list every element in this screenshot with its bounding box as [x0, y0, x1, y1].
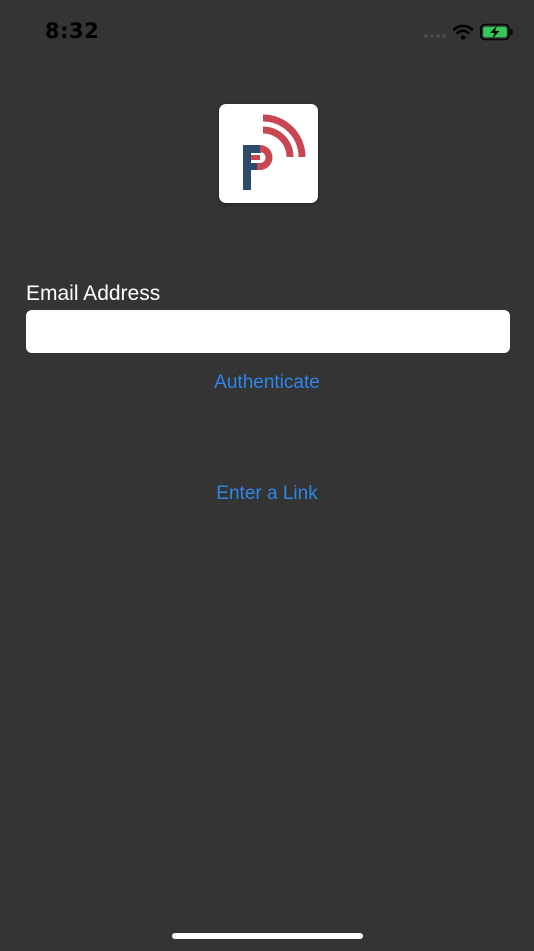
email-address-label: Email Address — [26, 282, 161, 305]
app-logo — [219, 104, 318, 203]
home-indicator[interactable] — [172, 933, 363, 939]
battery-charging-icon — [480, 23, 513, 41]
authenticate-button[interactable]: Authenticate — [0, 372, 534, 394]
wifi-icon — [453, 24, 473, 40]
email-address-input[interactable] — [26, 310, 510, 353]
cellular-signal-icon — [424, 34, 446, 38]
app-logo-icon — [243, 114, 306, 190]
status-bar: 8:32 — [0, 0, 534, 64]
status-time: 8:32 — [45, 19, 100, 43]
bottom-bar — [0, 883, 534, 951]
enter-a-link-button[interactable]: Enter a Link — [0, 483, 534, 505]
